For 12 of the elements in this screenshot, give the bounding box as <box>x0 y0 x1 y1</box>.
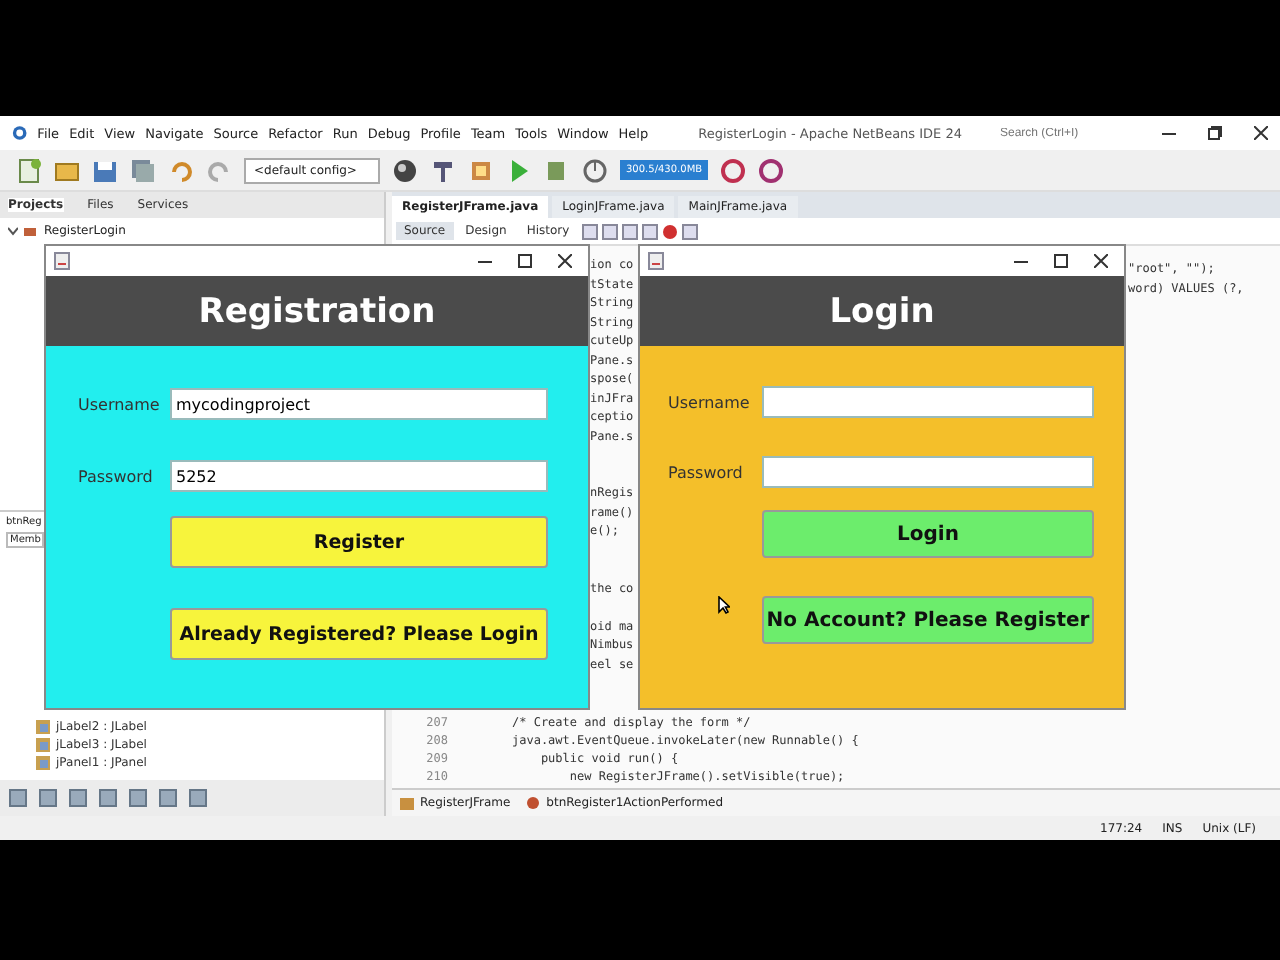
register-button[interactable]: Register <box>170 516 548 568</box>
form-title: Registration <box>46 276 588 346</box>
input-field[interactable]: 5252 <box>170 460 548 492</box>
field-label: Username <box>78 395 162 413</box>
field-label: Username <box>668 393 752 411</box>
register-link-button[interactable]: No Account? Please Register <box>762 596 1094 644</box>
login-link-button[interactable]: Already Registered? Please Login <box>170 608 548 660</box>
field-label: Password <box>668 463 745 481</box>
field-label: Password <box>78 467 155 485</box>
login-button[interactable]: Login <box>762 510 1094 558</box>
form-title: Login <box>640 276 1124 346</box>
input-field[interactable]: mycodingproject <box>170 388 548 420</box>
